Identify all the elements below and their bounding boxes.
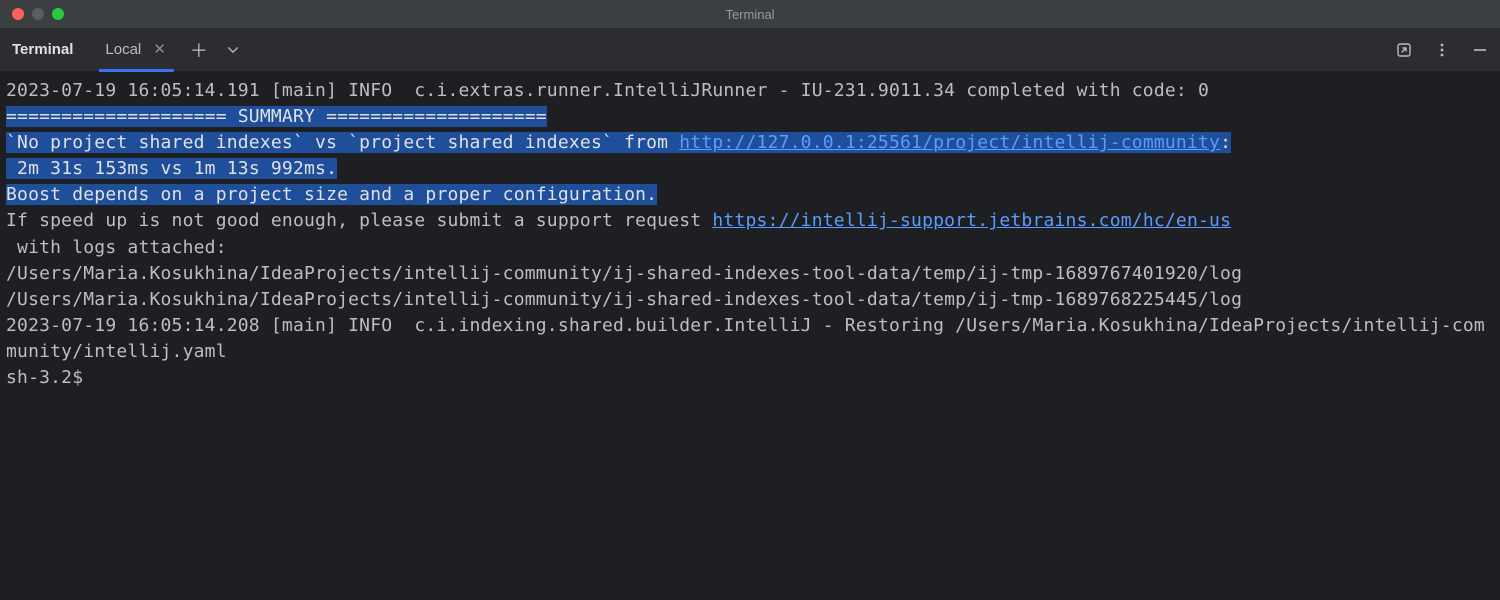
- popout-button[interactable]: [1396, 42, 1412, 58]
- log-line: /Users/Maria.Kosukhina/IdeaProjects/inte…: [6, 289, 1242, 310]
- log-line: with logs attached:: [6, 237, 227, 258]
- kebab-icon: [1434, 42, 1450, 58]
- tab-local[interactable]: Local ✕: [101, 28, 171, 72]
- tab-label: Local: [105, 41, 141, 58]
- log-line: Boost depends on a project size and a pr…: [6, 184, 657, 205]
- log-line: ==================== SUMMARY ===========…: [6, 106, 547, 127]
- project-url-link[interactable]: http://127.0.0.1:25561/project/intellij-…: [679, 132, 1220, 153]
- minimize-icon: [1472, 42, 1488, 58]
- terminal-output[interactable]: 2023-07-19 16:05:14.191 [main] INFO c.i.…: [0, 72, 1500, 397]
- window-zoom-button[interactable]: [52, 8, 64, 20]
- log-line: 2023-07-19 16:05:14.191 [main] INFO c.i.…: [6, 80, 1209, 101]
- support-url-link[interactable]: https://intellij-support.jetbrains.com/h…: [712, 210, 1231, 231]
- log-line: If speed up is not good enough, please s…: [6, 210, 712, 231]
- hide-panel-button[interactable]: [1472, 42, 1488, 58]
- popout-icon: [1396, 42, 1412, 58]
- log-line: 2023-07-19 16:05:14.208 [main] INFO c.i.…: [6, 315, 1485, 362]
- window-title: Terminal: [725, 7, 774, 22]
- window-minimize-button[interactable]: [32, 8, 44, 20]
- traffic-lights: [0, 8, 64, 20]
- terminal-tabbar: Terminal Local ✕ ＋: [0, 28, 1500, 72]
- titlebar: Terminal: [0, 0, 1500, 28]
- log-line: `No project shared indexes` vs `project …: [6, 132, 679, 153]
- panel-title: Terminal: [12, 41, 73, 58]
- options-button[interactable]: [1434, 42, 1450, 58]
- log-text: :: [1220, 132, 1231, 153]
- shell-prompt: sh-3.2$: [6, 367, 83, 388]
- new-tab-button[interactable]: ＋: [190, 37, 208, 63]
- selected-text: ==================== SUMMARY ===========…: [6, 106, 1231, 205]
- window-close-button[interactable]: [12, 8, 24, 20]
- log-line: 2m 31s 153ms vs 1m 13s 992ms.: [6, 158, 337, 179]
- log-line: /Users/Maria.Kosukhina/IdeaProjects/inte…: [6, 263, 1242, 284]
- chevron-down-icon: [226, 43, 240, 57]
- tab-dropdown-button[interactable]: [226, 43, 240, 57]
- close-tab-icon[interactable]: ✕: [151, 40, 168, 59]
